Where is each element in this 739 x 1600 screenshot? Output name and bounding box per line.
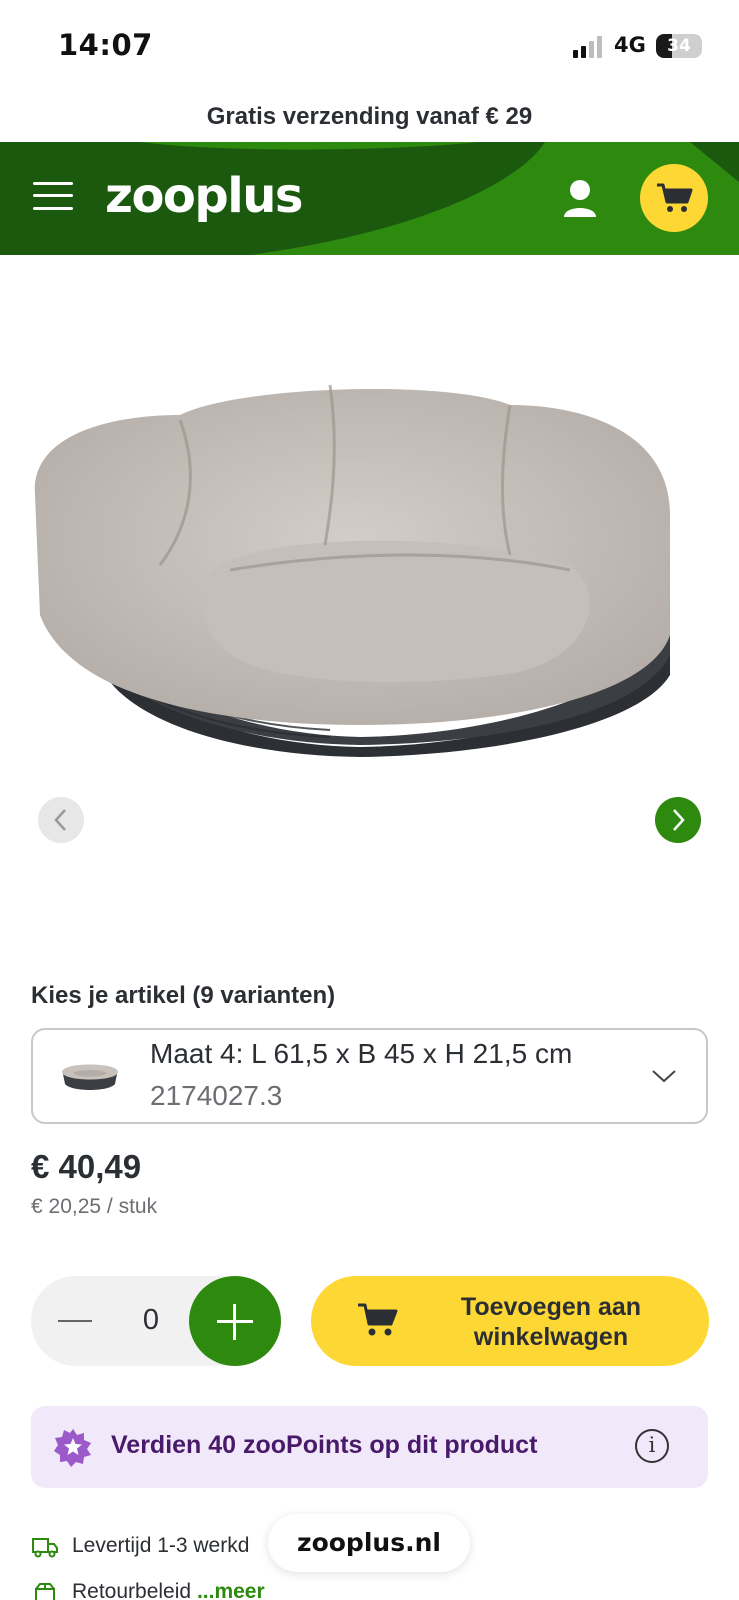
chevron-right-icon bbox=[673, 809, 685, 831]
zoopoints-star-icon bbox=[54, 1429, 91, 1467]
truck-icon bbox=[32, 1538, 58, 1558]
logo[interactable]: zooplus bbox=[105, 168, 303, 224]
status-time: 14:07 bbox=[58, 28, 153, 62]
browser-url-bar[interactable]: zooplus.nl bbox=[268, 1514, 470, 1572]
add-to-cart-button[interactable]: Toevoegen aan winkelwagen bbox=[311, 1276, 709, 1366]
network-type: 4G bbox=[614, 33, 646, 57]
add-to-cart-label: Toevoegen aan winkelwagen bbox=[460, 1293, 642, 1351]
unit-price: € 20,25 / stuk bbox=[31, 1195, 158, 1218]
status-bar: 14:07 4G 34 bbox=[0, 0, 739, 95]
chevron-left-icon bbox=[54, 809, 66, 831]
zoopoints-text: Verdien 40 zooPoints op dit product bbox=[111, 1431, 538, 1459]
cart-icon bbox=[358, 1303, 398, 1336]
returns-more-link[interactable]: ...meer bbox=[197, 1580, 265, 1600]
promo-banner[interactable]: Gratis verzending vanaf € 29 bbox=[0, 95, 739, 143]
gallery-prev-button[interactable] bbox=[38, 797, 84, 843]
hamburger-icon[interactable] bbox=[33, 180, 73, 212]
zoopoints-banner: Verdien 40 zooPoints op dit product i bbox=[31, 1406, 708, 1488]
cart-icon bbox=[657, 183, 693, 212]
variant-sku: 2174027.3 bbox=[150, 1080, 283, 1111]
site-header: zooplus bbox=[0, 142, 739, 255]
user-icon[interactable] bbox=[558, 177, 602, 221]
variant-select[interactable]: Maat 4: L 61,5 x B 45 x H 21,5 cm 217402… bbox=[31, 1028, 708, 1124]
cart-button[interactable] bbox=[640, 164, 708, 232]
variant-name: Maat 4: L 61,5 x B 45 x H 21,5 cm bbox=[150, 1038, 573, 1069]
plus-button[interactable] bbox=[189, 1276, 281, 1366]
gallery-next-button[interactable] bbox=[655, 797, 701, 843]
chevron-down-icon bbox=[652, 1070, 676, 1083]
product-gallery[interactable] bbox=[0, 255, 739, 945]
variant-thumbnail bbox=[62, 1064, 118, 1090]
variant-title: Kies je artikel (9 varianten) bbox=[31, 982, 336, 1009]
delivery-text: Levertijd 1-3 werkd bbox=[72, 1534, 250, 1557]
signal-icon bbox=[573, 36, 605, 58]
battery-percent: 34 bbox=[667, 36, 691, 56]
returns-label: Retourbeleid bbox=[72, 1580, 192, 1600]
product-price: € 40,49 bbox=[31, 1148, 142, 1185]
minus-icon[interactable] bbox=[51, 1303, 101, 1339]
quantity-stepper: 0 bbox=[31, 1276, 281, 1366]
battery-icon: 34 bbox=[656, 34, 702, 58]
quantity-value[interactable]: 0 bbox=[131, 1304, 171, 1337]
info-icon[interactable]: i bbox=[635, 1429, 669, 1463]
return-box-icon bbox=[35, 1583, 55, 1600]
dog-bed-image bbox=[34, 384, 670, 757]
